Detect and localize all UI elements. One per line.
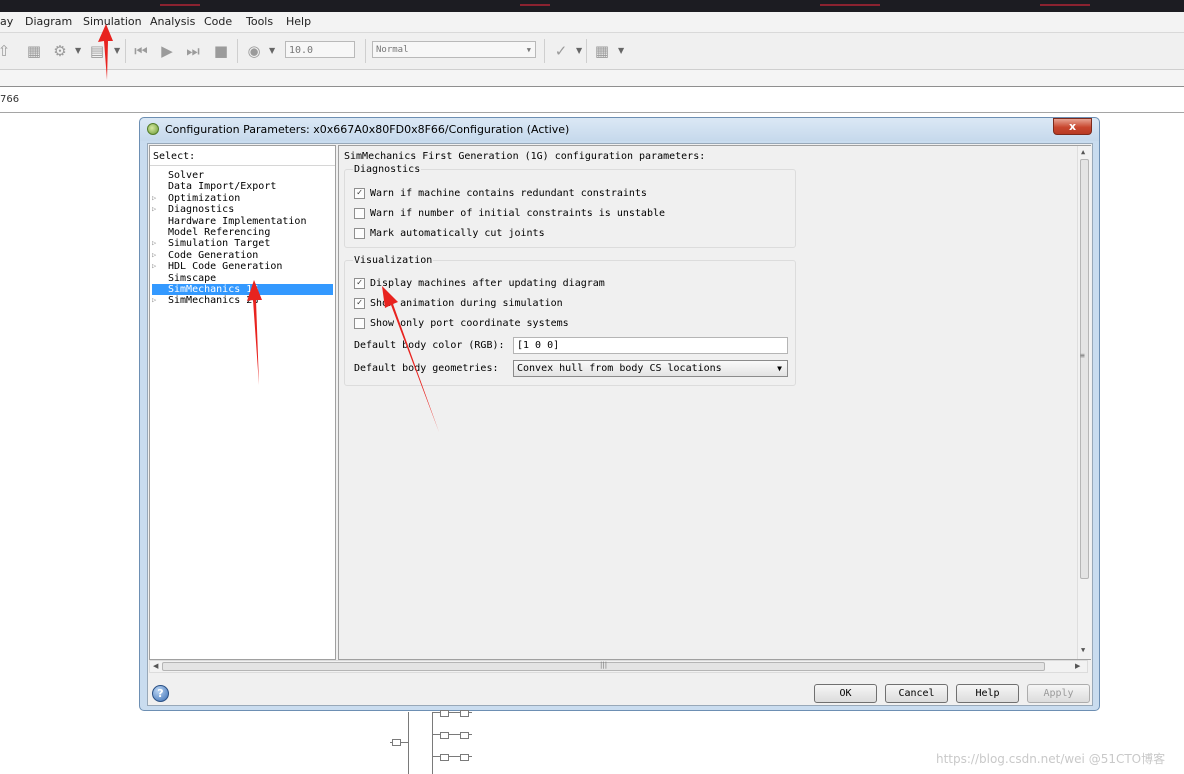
annotation-arrow-tree (247, 280, 262, 385)
annotation-arrows (98, 24, 439, 432)
annotation-arrow-display (382, 286, 439, 432)
annotation-arrow-simulation (98, 24, 113, 80)
